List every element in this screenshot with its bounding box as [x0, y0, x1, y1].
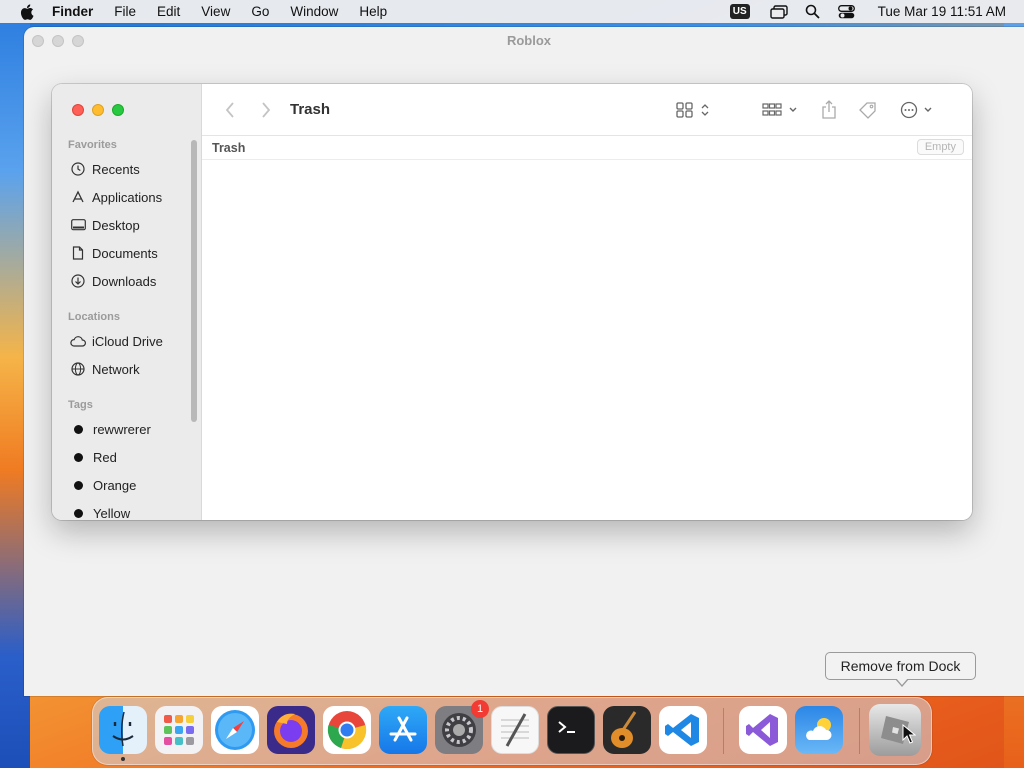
garageband-icon[interactable] — [603, 706, 651, 754]
trash-header-bar: Trash Empty — [202, 136, 972, 160]
menu-edit[interactable]: Edit — [157, 4, 180, 19]
share-icon — [822, 100, 836, 119]
sidebar-item-downloads[interactable]: Downloads — [70, 271, 156, 291]
control-center-icon[interactable] — [838, 4, 856, 20]
input-source-badge[interactable]: US — [729, 4, 750, 19]
menu-bar: Finder File Edit View Go Window Help US … — [0, 0, 1024, 23]
sidebar-scrollbar[interactable] — [191, 140, 197, 422]
tooltip-arrow-fill — [896, 678, 908, 685]
dock-separator — [723, 708, 724, 754]
visual-studio-icon[interactable] — [739, 706, 787, 754]
menu-window[interactable]: Window — [290, 4, 338, 19]
roblox-window-title: Roblox — [506, 33, 552, 48]
window-title: Trash — [290, 101, 331, 118]
grid-view-icon — [676, 102, 709, 118]
finder-toolbar: Trash — [202, 84, 972, 136]
menu-app-finder[interactable]: Finder — [52, 4, 93, 19]
sidebar-item-label: Network — [92, 361, 140, 377]
mouse-cursor-icon — [902, 724, 916, 744]
sidebar-item-label: rewwrerer — [93, 421, 151, 437]
desktop-icon — [70, 217, 86, 233]
sidebar-item-label: iCloud Drive — [92, 333, 163, 349]
sidebar-header-tags: Tags — [68, 399, 93, 411]
dock-separator — [859, 708, 860, 754]
finder-sidebar: Favorites Recents Applications Desktop D… — [52, 84, 202, 520]
sidebar-item-label: Applications — [92, 189, 163, 205]
notification-badge: 1 — [471, 700, 489, 718]
group-icon — [762, 103, 797, 116]
document-icon — [70, 245, 86, 261]
system-settings-icon[interactable]: 1 — [435, 700, 489, 754]
menu-help[interactable]: Help — [359, 4, 387, 19]
finder-icon[interactable] — [99, 706, 147, 754]
tag-button[interactable] — [858, 98, 878, 122]
sidebar-item-desktop[interactable]: Desktop — [70, 215, 140, 235]
share-button[interactable] — [820, 98, 838, 122]
firefox-icon[interactable] — [267, 706, 315, 754]
sidebar-tag-rewwrerer[interactable]: rewwrerer — [70, 419, 151, 439]
zoom-button[interactable] — [112, 104, 124, 116]
chrome-icon[interactable] — [323, 706, 371, 754]
tag-dot-icon — [74, 508, 83, 518]
safari-icon[interactable] — [211, 706, 259, 754]
view-mode-button[interactable] — [674, 98, 714, 122]
tag-dot-icon — [74, 480, 83, 490]
sidebar-item-label: Documents — [92, 245, 158, 261]
spotlight-search-icon[interactable] — [804, 4, 822, 20]
sidebar-item-label: Recents — [92, 161, 140, 177]
sidebar-item-label: Desktop — [92, 217, 140, 233]
download-icon — [70, 273, 86, 289]
more-actions-button[interactable] — [900, 98, 936, 122]
sidebar-item-applications[interactable]: Applications — [70, 187, 162, 207]
roblox-titlebar: Roblox — [24, 27, 1024, 55]
close-button[interactable] — [72, 104, 84, 116]
sidebar-header-locations: Locations — [68, 311, 120, 323]
sidebar-header-favorites: Favorites — [68, 139, 117, 151]
tag-dot-icon — [74, 452, 83, 462]
sidebar-item-recents[interactable]: Recents — [70, 159, 140, 179]
sidebar-item-label: Orange — [93, 477, 137, 493]
menu-go[interactable]: Go — [251, 4, 269, 19]
launchpad-icon[interactable] — [155, 706, 203, 754]
weather-icon[interactable] — [795, 706, 843, 754]
empty-trash-button[interactable]: Empty — [916, 139, 964, 155]
back-button[interactable] — [222, 98, 238, 122]
ellipsis-circle-icon — [900, 101, 932, 119]
sidebar-item-network[interactable]: Network — [70, 359, 140, 379]
vscode-icon[interactable] — [659, 706, 707, 754]
sidebar-item-label: Red — [93, 449, 117, 465]
forward-button[interactable] — [258, 98, 274, 122]
tag-dot-icon — [74, 424, 83, 434]
sidebar-item-label: Yellow — [93, 505, 131, 521]
finder-content: Trash Trash Empty — [202, 84, 972, 520]
sidebar-tag-orange[interactable]: Orange — [70, 475, 136, 495]
clock-icon — [70, 161, 86, 177]
minimize-button[interactable] — [92, 104, 104, 116]
app-store-icon[interactable] — [379, 706, 427, 754]
group-by-button[interactable] — [762, 98, 800, 122]
menu-view[interactable]: View — [201, 4, 230, 19]
dock: 1 — [92, 697, 932, 765]
cloud-icon — [70, 333, 86, 349]
finder-window: Favorites Recents Applications Desktop D… — [52, 84, 972, 520]
screen-mirroring-icon[interactable] — [769, 4, 788, 20]
applications-icon — [70, 189, 86, 205]
menu-file[interactable]: File — [114, 4, 136, 19]
sidebar-item-documents[interactable]: Documents — [70, 243, 158, 263]
finder-running-indicator — [121, 757, 125, 761]
tag-icon — [859, 102, 876, 119]
globe-icon — [70, 361, 86, 377]
textedit-icon[interactable] — [491, 706, 539, 754]
menubar-clock[interactable]: Tue Mar 19 11:51 AM — [878, 4, 1006, 19]
trash-header-label: Trash — [212, 141, 246, 155]
dock-context-tooltip[interactable]: Remove from Dock — [825, 652, 976, 680]
terminal-icon[interactable] — [547, 706, 595, 754]
sidebar-item-label: Downloads — [92, 273, 157, 289]
sidebar-tag-yellow[interactable]: Yellow — [70, 503, 130, 520]
sidebar-item-icloud-drive[interactable]: iCloud Drive — [70, 331, 163, 351]
apple-icon[interactable] — [20, 3, 34, 20]
sidebar-tag-red[interactable]: Red — [70, 447, 117, 467]
